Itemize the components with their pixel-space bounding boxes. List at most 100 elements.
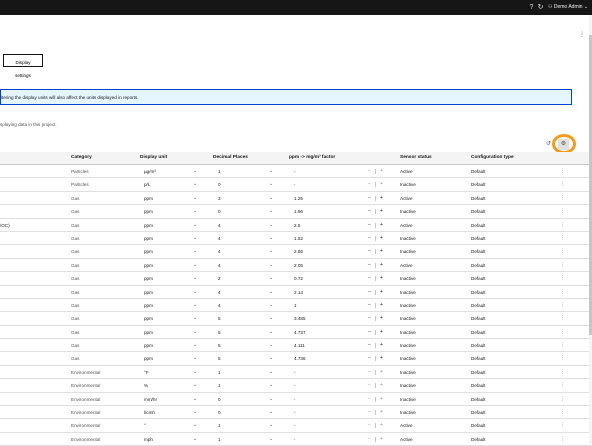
minus-icon[interactable]: − — [368, 286, 371, 299]
row-overflow-menu-icon[interactable]: ⋮ — [560, 326, 565, 339]
decimal-places-select[interactable]: 3 — [218, 192, 221, 205]
decimal-places-select[interactable]: 1 — [218, 419, 221, 432]
minus-icon[interactable]: − — [368, 205, 371, 218]
display-unit-select[interactable]: ppm — [144, 272, 153, 285]
display-unit-select[interactable]: % — [144, 379, 148, 392]
minus-icon[interactable]: − — [368, 312, 371, 325]
minus-icon[interactable]: − — [368, 366, 371, 379]
minus-icon[interactable]: − — [368, 379, 371, 392]
plus-icon[interactable]: + — [380, 286, 383, 299]
plus-icon[interactable]: + — [380, 205, 383, 218]
display-unit-select[interactable]: p/L — [144, 178, 150, 191]
row-overflow-menu-icon[interactable]: ⋮ — [560, 259, 565, 272]
factor-input[interactable]: 2.86 — [294, 245, 303, 258]
row-overflow-menu-icon[interactable]: ⋮ — [560, 245, 565, 258]
plus-icon[interactable]: + — [380, 219, 383, 232]
minus-icon[interactable]: − — [368, 245, 371, 258]
display-unit-select[interactable]: ppm — [144, 205, 153, 218]
refresh-icon[interactable]: ↻ — [536, 3, 545, 12]
display-unit-select[interactable]: ppm — [144, 299, 153, 312]
factor-input[interactable]: 4.737 — [294, 326, 306, 339]
decimal-places-select[interactable]: 1 — [218, 379, 221, 392]
decimal-places-select[interactable]: 1 — [218, 366, 221, 379]
row-overflow-menu-icon[interactable]: ⋮ — [560, 165, 565, 178]
factor-input[interactable]: - — [294, 419, 296, 432]
display-unit-select[interactable]: ppm — [144, 219, 153, 232]
row-overflow-menu-icon[interactable]: ⋮ — [560, 192, 565, 205]
plus-icon[interactable]: + — [380, 299, 383, 312]
plus-icon[interactable]: + — [380, 379, 383, 392]
row-overflow-menu-icon[interactable]: ⋮ — [560, 339, 565, 352]
minus-icon[interactable]: − — [368, 326, 371, 339]
minus-icon[interactable]: − — [368, 406, 371, 419]
factor-input[interactable]: 2.5 — [294, 219, 300, 232]
plus-icon[interactable]: + — [380, 366, 383, 379]
display-unit-select[interactable]: ppm — [144, 286, 153, 299]
display-unit-select[interactable]: mm/hr — [144, 393, 157, 406]
plus-icon[interactable]: + — [380, 259, 383, 272]
decimal-places-select[interactable]: 0 — [218, 178, 221, 191]
decimal-places-select[interactable]: 4 — [218, 299, 221, 312]
reset-icon[interactable]: ↺ — [546, 140, 551, 147]
decimal-places-select[interactable]: 5 — [218, 339, 221, 352]
row-overflow-menu-icon[interactable]: ⋮ — [560, 272, 565, 285]
minus-icon[interactable]: − — [368, 339, 371, 352]
row-overflow-menu-icon[interactable]: ⋮ — [560, 299, 565, 312]
factor-input[interactable]: 3.485 — [294, 312, 306, 325]
decimal-places-select[interactable]: 4 — [218, 286, 221, 299]
row-overflow-menu-icon[interactable]: ⋮ — [560, 352, 565, 365]
display-unit-select[interactable]: ppm — [144, 312, 153, 325]
plus-icon[interactable]: + — [380, 312, 383, 325]
factor-input[interactable]: - — [294, 406, 296, 419]
display-unit-select[interactable]: ppm — [144, 245, 153, 258]
decimal-places-select[interactable]: 5 — [218, 326, 221, 339]
decimal-places-select[interactable]: 0 — [218, 406, 221, 419]
factor-input[interactable]: 1 — [294, 299, 297, 312]
factor-input[interactable]: - — [294, 165, 296, 178]
plus-icon[interactable]: + — [380, 419, 383, 432]
minus-icon[interactable]: − — [368, 232, 371, 245]
row-overflow-menu-icon[interactable]: ⋮ — [560, 219, 565, 232]
plus-icon[interactable]: + — [380, 245, 383, 258]
factor-input[interactable]: 4.111 — [294, 339, 305, 352]
decimal-places-select[interactable]: 5 — [218, 352, 221, 365]
factor-input[interactable]: 1.96 — [294, 205, 303, 218]
factor-input[interactable]: - — [294, 393, 296, 406]
factor-input[interactable]: - — [294, 178, 296, 191]
display-unit-select[interactable]: µg/m³ — [144, 165, 156, 178]
factor-input[interactable]: 1.52 — [294, 232, 303, 245]
plus-icon[interactable]: + — [380, 339, 383, 352]
row-overflow-menu-icon[interactable]: ⋮ — [560, 178, 565, 191]
minus-icon[interactable]: − — [368, 219, 371, 232]
row-overflow-menu-icon[interactable]: ⋮ — [560, 205, 565, 218]
display-unit-select[interactable]: ppm — [144, 192, 153, 205]
display-settings-button[interactable]: Display settings — [3, 54, 43, 78]
display-unit-select[interactable]: ppm — [144, 232, 153, 245]
user-menu[interactable]: ⚇ Demo Admin ⌄ — [548, 2, 588, 13]
minus-icon[interactable]: − — [368, 192, 371, 205]
factor-input[interactable]: - — [294, 379, 296, 392]
plus-icon[interactable]: + — [380, 192, 383, 205]
factor-input[interactable]: 4.736 — [294, 352, 306, 365]
decimal-places-select[interactable]: 4 — [218, 232, 221, 245]
plus-icon[interactable]: + — [380, 393, 383, 406]
factor-input[interactable]: 0.72 — [294, 272, 303, 285]
minus-icon[interactable]: − — [368, 352, 371, 365]
minus-icon[interactable]: − — [368, 272, 371, 285]
minus-icon[interactable]: − — [368, 299, 371, 312]
row-overflow-menu-icon[interactable]: ⋮ — [560, 366, 565, 379]
plus-icon[interactable]: + — [380, 272, 383, 285]
minus-icon[interactable]: − — [368, 393, 371, 406]
plus-icon[interactable]: + — [380, 352, 383, 365]
plus-icon[interactable]: + — [380, 406, 383, 419]
minus-icon[interactable]: − — [368, 178, 371, 191]
display-unit-select[interactable]: ppm — [144, 339, 153, 352]
row-overflow-menu-icon[interactable]: ⋮ — [560, 393, 565, 406]
row-overflow-menu-icon[interactable]: ⋮ — [560, 286, 565, 299]
plus-icon[interactable]: + — [380, 165, 383, 178]
minus-icon[interactable]: − — [368, 259, 371, 272]
page-overflow-menu-icon[interactable]: ⋮ — [579, 31, 585, 38]
display-unit-select[interactable]: ppm — [144, 352, 153, 365]
decimal-places-select[interactable]: 1 — [218, 165, 221, 178]
display-unit-select[interactable]: ppm — [144, 326, 153, 339]
